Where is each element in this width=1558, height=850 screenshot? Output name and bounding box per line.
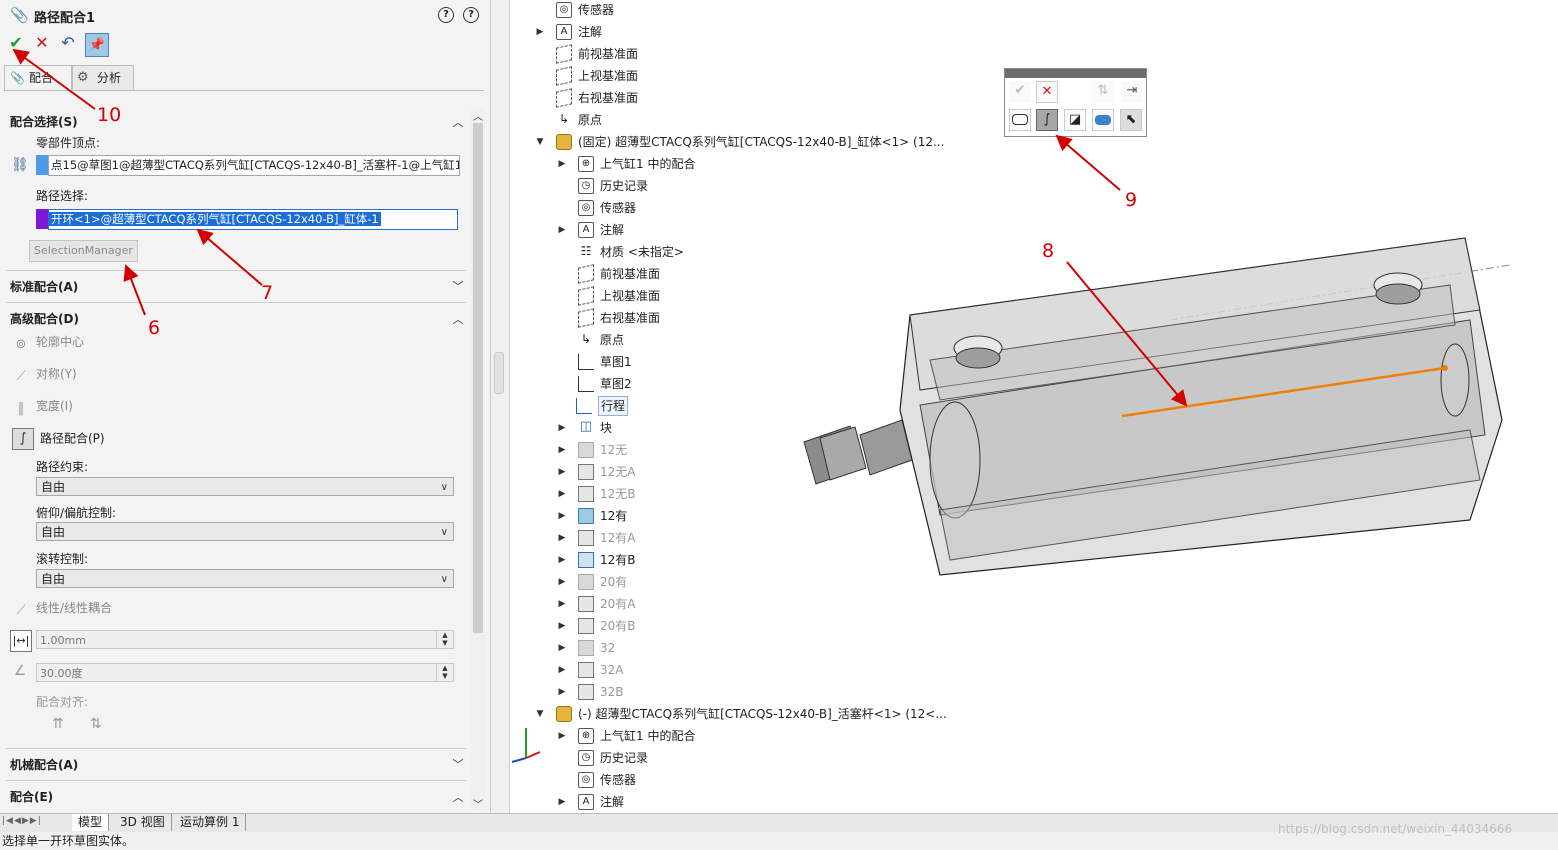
annotation-10: 10 [97, 104, 122, 126]
tab-model[interactable]: 模型 [72, 814, 110, 831]
tab-scroll-arrows-icon[interactable]: |◀◀▶▶| [2, 816, 42, 826]
tab-motion-study[interactable]: 运动算例 1 [174, 814, 247, 831]
annotation-6: 6 [148, 317, 161, 339]
annotation-8: 8 [1042, 240, 1055, 262]
annotation-7: 7 [261, 282, 274, 304]
tab-3d-view[interactable]: 3D 视图 [114, 814, 172, 831]
annotation-arrows [12, 48, 1188, 407]
annotation-9: 9 [1125, 189, 1138, 211]
watermark: https://blog.csdn.net/weixin_44034666 [1278, 822, 1513, 836]
